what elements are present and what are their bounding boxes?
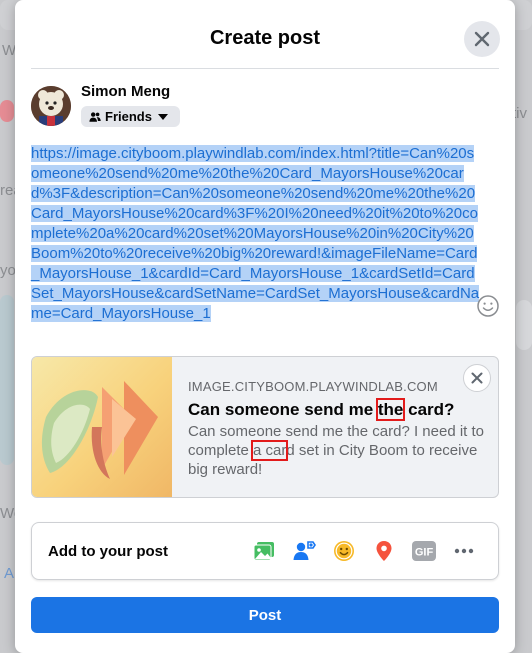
avatar-image — [31, 86, 71, 126]
gif-button[interactable]: GIF — [406, 533, 442, 569]
avatar[interactable] — [31, 86, 71, 126]
tag-people-icon — [293, 541, 316, 560]
background-badge — [0, 100, 14, 122]
feeling-button[interactable] — [326, 533, 362, 569]
add-to-post-label: Add to your post — [48, 542, 168, 560]
audience-label: Friends — [105, 109, 152, 124]
post-text-area[interactable]: https://image.cityboom.playwindlab.com/i… — [31, 144, 481, 324]
dialog-header: Create post — [31, 0, 500, 69]
highlight-box: a car — [251, 440, 289, 461]
post-text-content: https://image.cityboom.playwindlab.com/i… — [31, 145, 480, 322]
gif-icon: GIF — [412, 541, 436, 561]
close-icon — [471, 372, 483, 384]
background-text: A — [4, 565, 15, 582]
author-name[interactable]: Simon Meng — [81, 84, 180, 99]
link-preview-card[interactable]: IMAGE.CITYBOOM.PLAYWINDLAB.COM Can someo… — [31, 356, 499, 498]
card-art — [41, 381, 158, 479]
link-preview-image — [32, 357, 172, 497]
highlight-box: the — [375, 398, 406, 421]
photo-video-button[interactable] — [246, 533, 282, 569]
close-button[interactable] — [464, 21, 500, 57]
link-title-text: Can someone send me — [188, 400, 378, 419]
photo-video-icon — [253, 542, 274, 561]
post-button[interactable]: Post — [31, 597, 499, 633]
remove-preview-button[interactable] — [463, 364, 491, 392]
dialog-title: Create post — [209, 27, 321, 49]
link-title: Can someone send me the card? — [188, 398, 484, 421]
close-icon — [474, 31, 490, 47]
add-to-post-bar: Add to your post GIF — [31, 522, 499, 580]
create-post-dialog: Create post Simon Meng Friends https://i… — [15, 0, 515, 653]
link-description: Can someone send me the card? I need it … — [188, 422, 484, 479]
tag-people-button[interactable] — [286, 533, 322, 569]
emoji-icon[interactable] — [476, 294, 500, 318]
chevron-down-icon — [157, 113, 168, 120]
friends-icon — [89, 111, 101, 122]
background-image — [0, 295, 14, 465]
link-title-text: card? — [403, 400, 455, 419]
gif-label: GIF — [415, 547, 434, 559]
check-in-button[interactable] — [366, 533, 402, 569]
more-options-button[interactable] — [446, 533, 482, 569]
link-domain: IMAGE.CITYBOOM.PLAYWINDLAB.COM — [188, 379, 438, 394]
author-row: Simon Meng Friends — [31, 84, 180, 128]
more-icon — [454, 548, 474, 554]
background-text: yo — [0, 262, 16, 279]
feeling-icon — [334, 541, 354, 561]
background-panel — [516, 300, 532, 350]
audience-selector[interactable]: Friends — [81, 106, 180, 127]
check-in-icon — [376, 541, 392, 561]
